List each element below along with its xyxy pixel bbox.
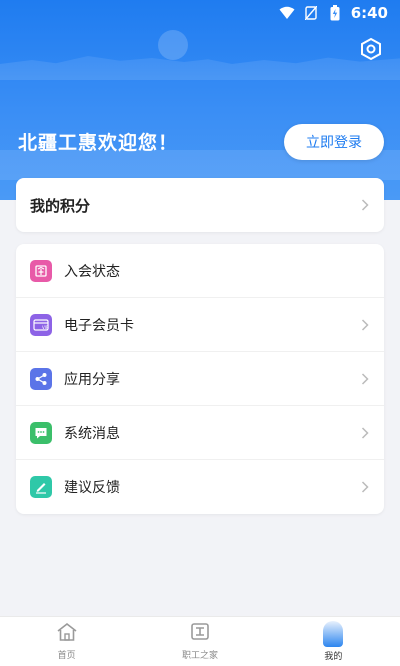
tab-label: 首页 xyxy=(57,651,76,661)
message-icon xyxy=(30,421,52,444)
tab-label: 职工之家 xyxy=(181,651,218,661)
mine-icon xyxy=(323,621,344,647)
my-points-card[interactable]: 我的积分 xyxy=(16,178,384,232)
menu-item-label: 应用分享 xyxy=(64,371,120,388)
menu-card: 入会状态 VIP 电子会员卡 应用分享 系统消息 建议反馈 xyxy=(16,244,384,514)
menu-item-label: 建议反馈 xyxy=(64,480,120,496)
tab-mine[interactable]: 我的 xyxy=(267,617,400,666)
home-icon xyxy=(56,622,78,646)
tab-workers-home[interactable]: 职工之家 xyxy=(133,617,266,666)
feedback-icon xyxy=(30,476,52,498)
membership-status-icon xyxy=(30,259,52,282)
menu-item-label: 电子会员卡 xyxy=(64,317,134,334)
workers-home-icon xyxy=(189,622,211,646)
chevron-right-icon xyxy=(360,198,370,212)
menu-item-app-share[interactable]: 应用分享 xyxy=(16,352,384,406)
chevron-right-icon xyxy=(360,480,370,494)
my-points-label: 我的积分 xyxy=(30,196,91,215)
chevron-right-icon xyxy=(360,426,370,440)
menu-item-system-messages[interactable]: 系统消息 xyxy=(16,406,384,460)
menu-item-feedback[interactable]: 建议反馈 xyxy=(16,460,384,514)
menu-item-label: 系统消息 xyxy=(64,425,120,442)
no-sim-icon xyxy=(303,5,319,21)
login-button[interactable]: 立即登录 xyxy=(284,124,384,160)
menu-item-vip-card[interactable]: VIP 电子会员卡 xyxy=(16,298,384,352)
settings-hexagon-icon[interactable] xyxy=(358,36,384,62)
chevron-right-icon xyxy=(360,318,370,332)
decor-skyline xyxy=(0,56,400,80)
vip-card-icon: VIP xyxy=(30,313,52,336)
welcome-text: 北疆工惠欢迎您！ xyxy=(18,132,179,154)
bottom-tab-bar: 首页 职工之家 我的 xyxy=(0,616,400,666)
menu-item-label: 入会状态 xyxy=(64,263,120,280)
chevron-right-icon xyxy=(360,372,370,386)
header-background xyxy=(0,0,400,200)
clock: 6:40 xyxy=(350,4,388,22)
battery-charging-icon xyxy=(327,5,343,21)
tab-home[interactable]: 首页 xyxy=(0,617,133,666)
tab-label: 我的 xyxy=(324,652,343,662)
menu-item-membership-status[interactable]: 入会状态 xyxy=(16,244,384,298)
decor-moon xyxy=(158,30,188,60)
status-bar: 6:40 xyxy=(0,0,400,26)
svg-text:VIP: VIP xyxy=(42,324,49,329)
wifi-icon xyxy=(279,5,295,21)
share-icon xyxy=(30,367,52,390)
